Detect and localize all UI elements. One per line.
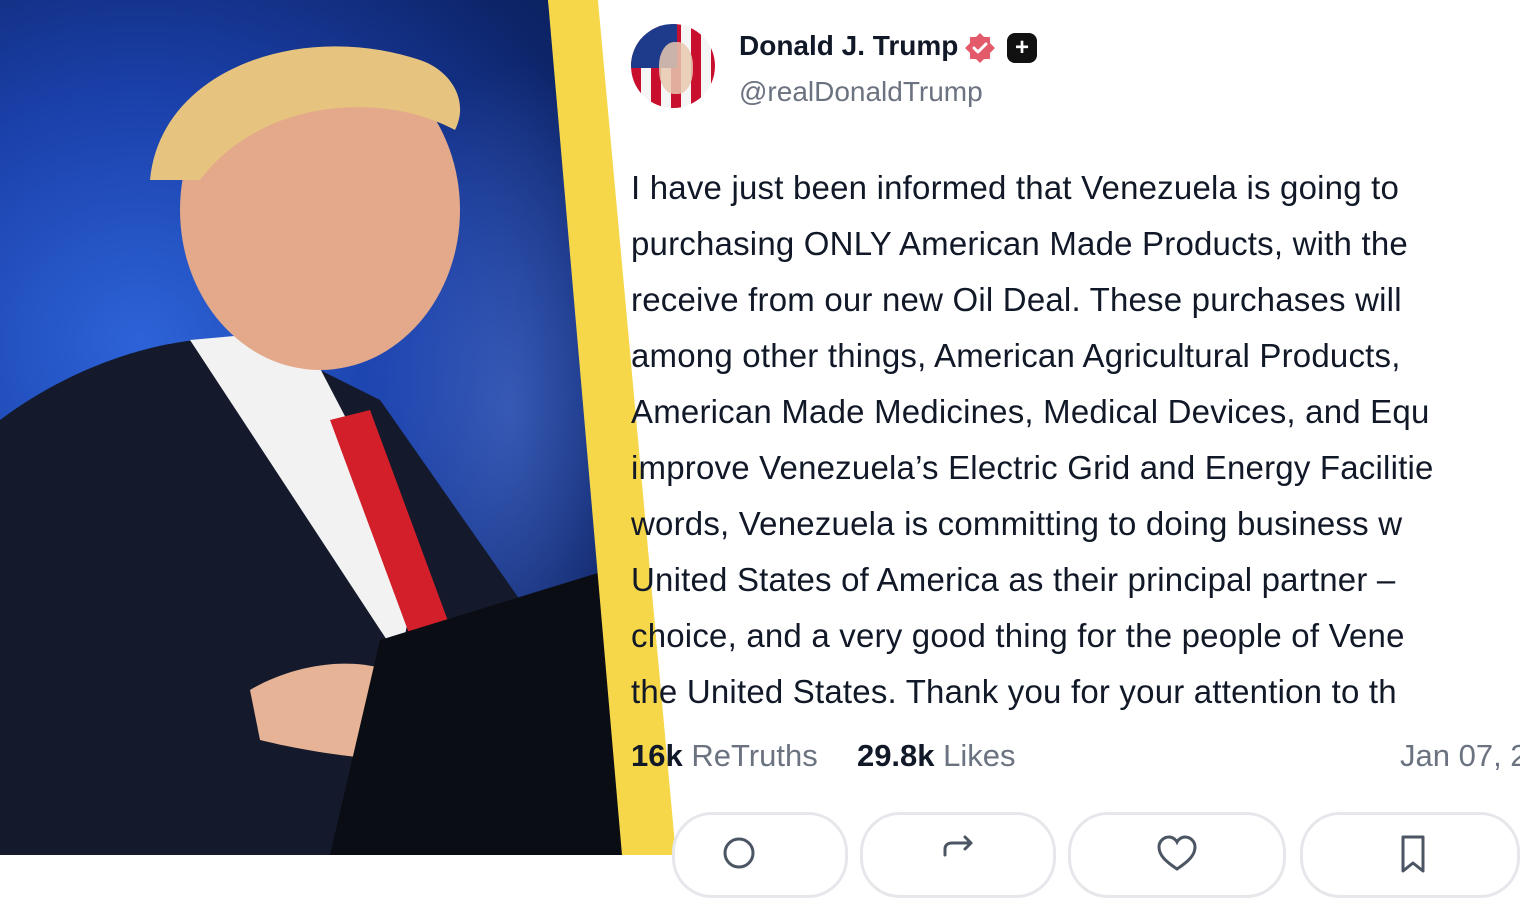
avatar[interactable] (631, 24, 715, 108)
reply-icon (723, 837, 755, 869)
post-text-line: receive from our new Oil Deal. These pur… (631, 281, 1402, 318)
post-text-line: among other things, American Agricultura… (631, 337, 1401, 374)
post-text-line: United States of America as their princi… (631, 561, 1396, 598)
retruths-label[interactable]: ReTruths (691, 738, 817, 773)
post-text-line: choice, and a very good thing for the pe… (631, 617, 1405, 654)
likes-count[interactable]: 29.8k (857, 738, 935, 773)
reply-button[interactable] (672, 812, 848, 898)
bookmark-button[interactable] (1300, 812, 1520, 898)
post-text-line: I have just been informed that Venezuela… (631, 169, 1400, 206)
post-text-line: words, Venezuela is committing to doing … (631, 505, 1403, 542)
post-stats: 16k ReTruths 29.8k Likes (631, 738, 1016, 774)
post-text-line: the United States. Thank you for your at… (631, 673, 1397, 710)
retruth-icon (943, 835, 973, 857)
author-name[interactable]: Donald J. Trump (739, 30, 958, 62)
like-icon (1157, 835, 1197, 871)
truth-plus-icon: + (1007, 33, 1037, 63)
likes-label[interactable]: Likes (943, 738, 1015, 773)
post-text-line: American Made Medicines, Medical Devices… (631, 393, 1430, 430)
post-text-line: improve Venezuela’s Electric Grid and En… (631, 449, 1434, 486)
post-text: I have just been informed that Venezuela… (631, 160, 1520, 720)
post-text-line: purchasing ONLY American Made Products, … (631, 225, 1408, 262)
post-date[interactable]: Jan 07, 2 (1400, 738, 1520, 774)
verified-badge-icon (965, 33, 995, 63)
bookmark-icon (1401, 835, 1425, 873)
retruth-button[interactable] (860, 812, 1056, 898)
retruths-count[interactable]: 16k (631, 738, 683, 773)
author-handle[interactable]: @realDonaldTrump (739, 76, 983, 108)
avatar-face (659, 42, 693, 94)
like-button[interactable] (1068, 812, 1286, 898)
